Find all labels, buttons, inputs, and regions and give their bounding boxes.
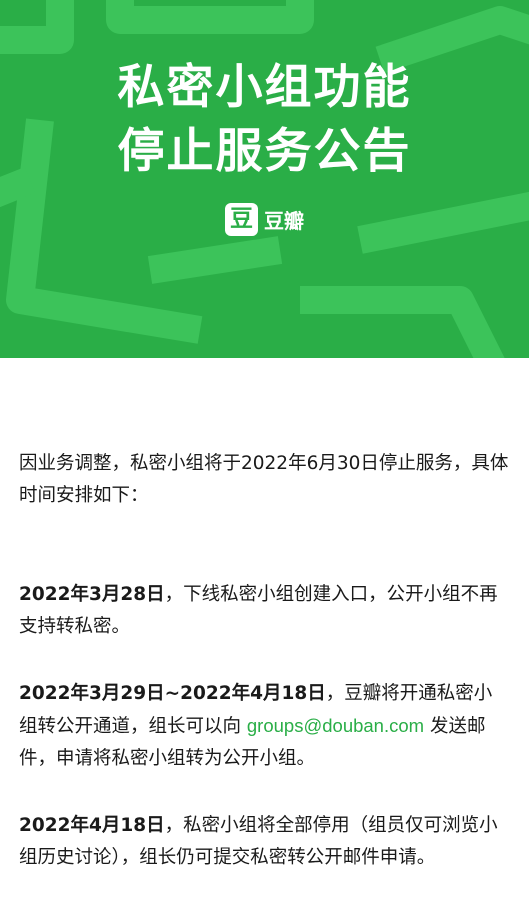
notice-item: 2022年3月29日~2022年4月18日，豆瓣将开通私密小组转公开通道，组长可…: [19, 678, 509, 775]
notice-item-date: 2022年3月28日: [19, 584, 165, 605]
contact-email-link[interactable]: groups@douban.com: [247, 715, 424, 736]
notice-item: 2022年4月18日，私密小组将全部停用（组员仅可浏览小组历史讨论），组长仍可提…: [19, 810, 509, 874]
banner-title-line2: 停止服务公告: [117, 124, 412, 179]
notice-body: 因业务调整，私密小组将于2022年6月30日停止服务，具体时间安排如下： 202…: [19, 448, 509, 909]
banner-title-line1: 私密小组功能: [117, 60, 412, 115]
notice-item: 2022年3月28日，下线私密小组创建入口，公开小组不再支持转私密。: [19, 579, 509, 643]
douban-logo: 豆 豆瓣: [225, 203, 304, 236]
notice-intro: 因业务调整，私密小组将于2022年6月30日停止服务，具体时间安排如下：: [19, 453, 509, 506]
notice-item-date: 2022年4月18日: [19, 815, 165, 836]
douban-logo-name: 豆瓣: [264, 209, 304, 233]
announcement-banner: 私密小组功能 停止服务公告 豆 豆瓣: [0, 0, 529, 358]
douban-logo-icon: 豆: [225, 203, 258, 236]
notice-item-date: 2022年3月29日~2022年4月18日: [19, 683, 326, 704]
